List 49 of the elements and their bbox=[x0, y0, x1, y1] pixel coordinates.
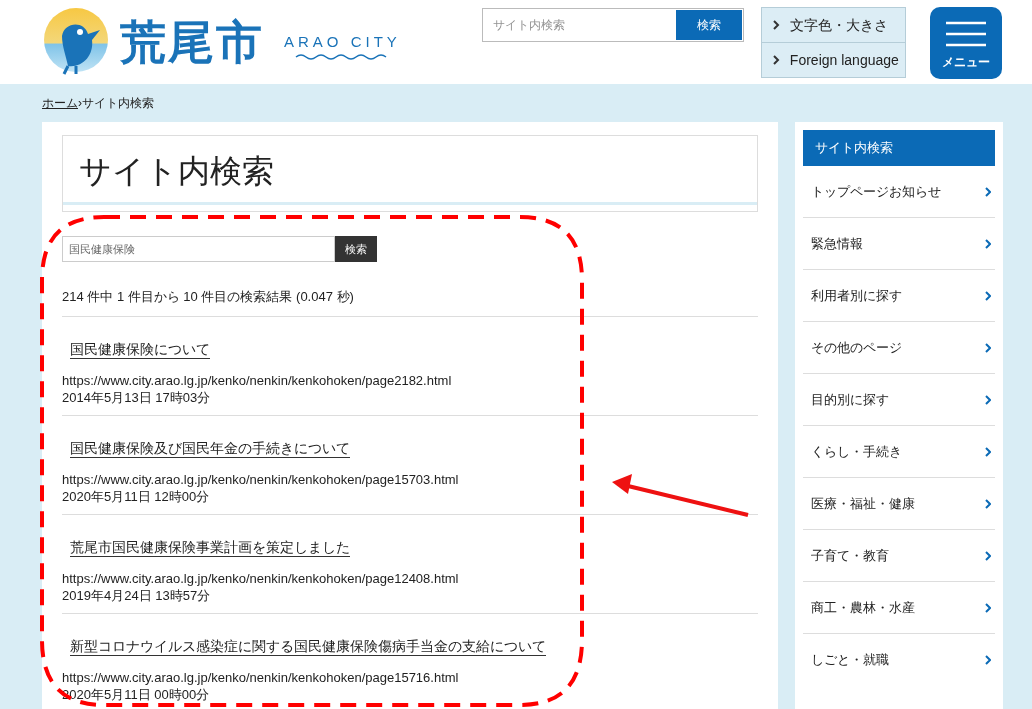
chevron-right-icon bbox=[985, 550, 991, 561]
chevron-right-icon bbox=[985, 290, 991, 301]
chevron-right-icon bbox=[771, 55, 780, 65]
chevron-right-icon bbox=[985, 446, 991, 457]
search-input-field[interactable]: 国民健康保険 bbox=[62, 236, 335, 262]
result-title-link[interactable]: 新型コロナウイルス感染症に関する国民健康保険傷病手当金の支給について bbox=[70, 636, 546, 656]
page-title: サイト内検索 bbox=[79, 154, 274, 187]
chevron-right-icon bbox=[985, 394, 991, 405]
sidebar-item[interactable]: くらし・手続き bbox=[803, 426, 995, 478]
site-search-field[interactable]: サイト内検索 検索 bbox=[481, 8, 744, 42]
sidebar-item[interactable]: トップページお知らせ bbox=[803, 166, 995, 218]
result-date-text: 2020年5月11日 12時00分 bbox=[62, 487, 211, 505]
sidebar-item[interactable]: その他のページ bbox=[803, 322, 995, 374]
sidebar-item[interactable]: 目的別に探す bbox=[803, 374, 995, 426]
chevron-right-icon bbox=[985, 655, 991, 665]
sidebar-item[interactable]: しごと・就職 bbox=[803, 634, 995, 686]
sidebar-item[interactable]: 緊急情報 bbox=[803, 218, 995, 270]
result-url-text: https://www.city.arao.lg.jp/kenko/nenkin/kenkohoken/page2182.html bbox=[62, 371, 453, 389]
city-name-text: ARAO CITY bbox=[284, 31, 401, 52]
chevron-right-icon bbox=[985, 342, 991, 353]
result-title-link[interactable]: 荒尾市国民健康保険事業計画を策定しました bbox=[70, 537, 350, 557]
sidebar-item[interactable]: 商工・農林・水産 bbox=[803, 582, 995, 634]
chevron-right-icon bbox=[985, 186, 991, 197]
utility-link[interactable]: 文字色・大きさ bbox=[760, 7, 906, 43]
sidebar-item[interactable]: 利用者別に探す bbox=[803, 270, 995, 322]
result-url-text: https://www.city.arao.lg.jp/kenko/nenkin/kenkohoken/page15716.html bbox=[62, 668, 460, 686]
chevron-right-icon bbox=[771, 20, 780, 30]
utility-link[interactable]: Foreign language bbox=[760, 42, 906, 78]
breadcrumb-current: サイト内検索 bbox=[82, 95, 154, 112]
chevron-right-icon bbox=[985, 238, 991, 249]
menu-icon bbox=[945, 21, 986, 47]
result-url-text: https://www.city.arao.lg.jp/kenko/nenkin/kenkohoken/page15703.html bbox=[62, 470, 460, 488]
result-summary-text: 214 件中 1 件目から 10 件目の検索結果 (0.047 秒) bbox=[62, 287, 758, 317]
breadcrumb-link[interactable]: ホーム bbox=[42, 94, 78, 112]
sidebar-item[interactable]: 医療・福祉・健康 bbox=[803, 478, 995, 530]
result-title-link[interactable]: 国民健康保険及び国民年金の手続きについて bbox=[70, 438, 350, 458]
search-button[interactable]: 検索 bbox=[335, 236, 377, 262]
site-logo-text: 荒尾市 bbox=[120, 19, 264, 65]
chevron-right-icon bbox=[985, 602, 991, 613]
breadcrumb-separator: › bbox=[78, 95, 82, 112]
menu-button[interactable]: メニュー bbox=[929, 7, 1002, 79]
result-date-text: 2019年4月24日 13時57分 bbox=[62, 586, 212, 604]
search-button[interactable]: 検索 bbox=[675, 10, 742, 40]
sidebar-item[interactable]: 子育て・教育 bbox=[803, 530, 995, 582]
result-title-link[interactable]: 国民健康保険について bbox=[70, 339, 210, 359]
result-url-text: https://www.city.arao.lg.jp/kenko/nenkin/kenkohoken/page12408.html bbox=[62, 569, 460, 587]
sidebar-heading: サイト内検索 bbox=[803, 130, 995, 166]
chevron-right-icon bbox=[985, 498, 991, 509]
result-date-text: 2014年5月13日 17時03分 bbox=[62, 388, 212, 406]
